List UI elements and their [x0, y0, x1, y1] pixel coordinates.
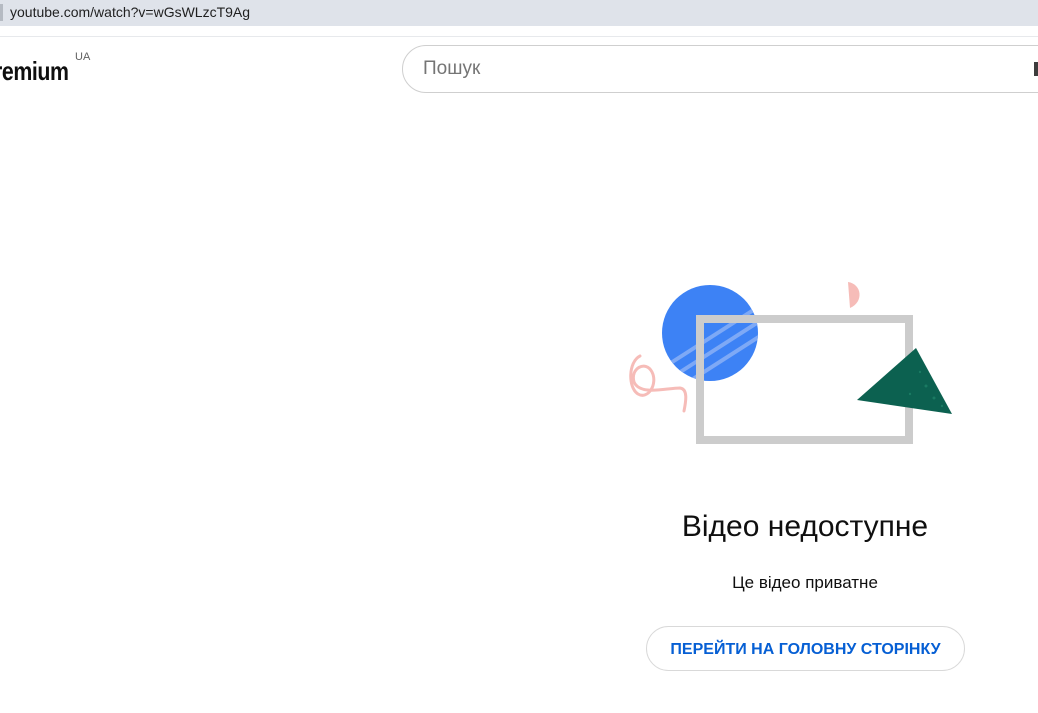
browser-address-bar[interactable]: youtube.com/watch?v=wGsWLzcT9Ag [0, 0, 1038, 26]
keyboard-icon[interactable] [1034, 62, 1038, 76]
country-code: UA [75, 51, 91, 63]
tab-edge [0, 4, 3, 21]
go-home-button[interactable]: ПЕРЕЙТИ НА ГОЛОВНУ СТОРІНКУ [646, 626, 965, 671]
address-url[interactable]: youtube.com/watch?v=wGsWLzcT9Ag [10, 4, 250, 20]
pink-half-circle-shape [848, 282, 860, 308]
search-box[interactable] [402, 45, 1038, 93]
search-input[interactable] [423, 46, 1023, 92]
youtube-premium-logo[interactable]: remium [0, 56, 69, 87]
error-title: Відео недоступне [681, 510, 929, 543]
error-reason: Це відео приватне [732, 573, 878, 592]
masthead-divider [0, 36, 1038, 37]
green-triangle-shape [857, 348, 952, 414]
video-unavailable-illustration [629, 282, 952, 444]
